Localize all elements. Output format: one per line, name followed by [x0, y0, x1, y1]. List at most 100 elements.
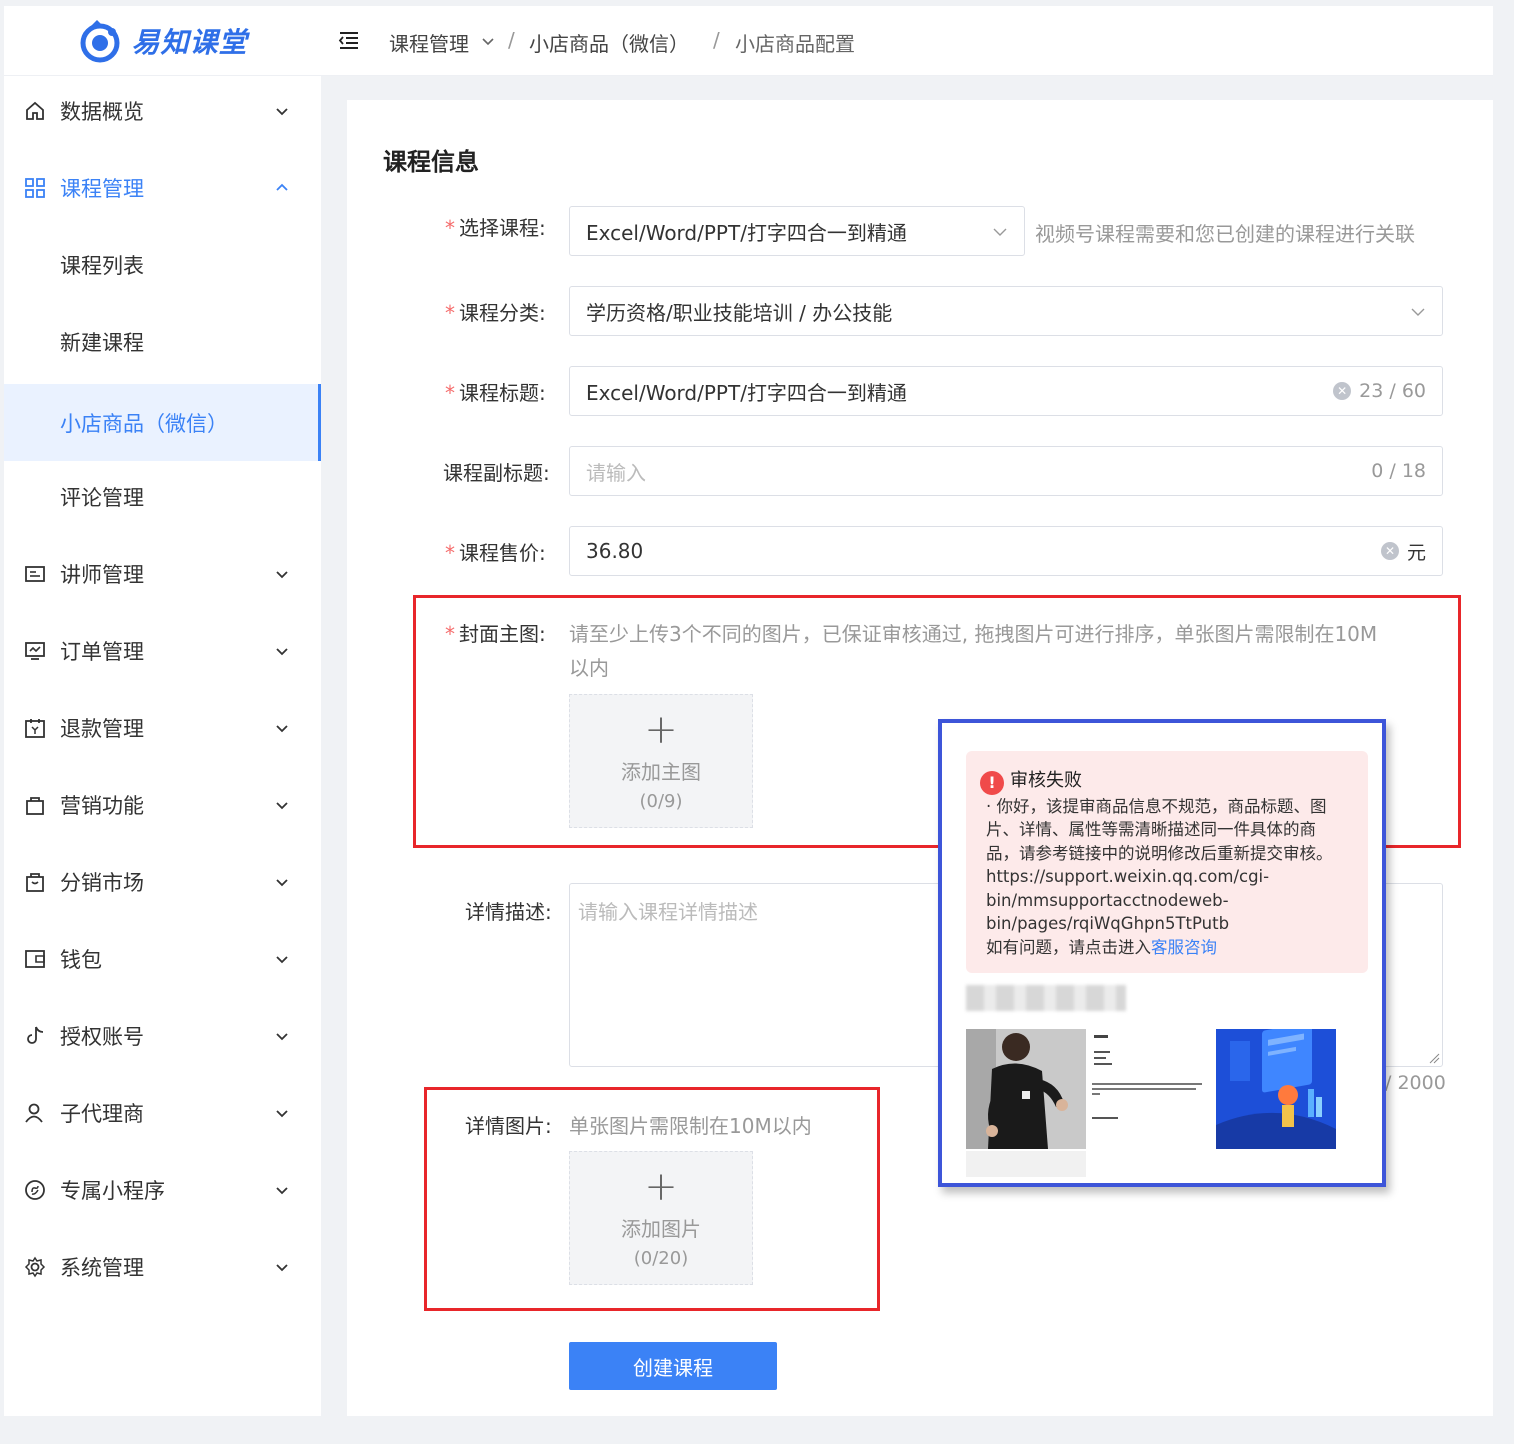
- clear-icon[interactable]: ✕: [1380, 542, 1399, 560]
- alert-link-text: https://support.weixin.qq.com/cgi-: [986, 867, 1270, 886]
- sidebar-item-refunds[interactable]: 退款管理: [4, 693, 321, 763]
- sidebar-item-new-course[interactable]: 新建课程: [4, 307, 321, 377]
- sidebar-item-label: 订单管理: [60, 640, 144, 664]
- gear-icon: [24, 1256, 46, 1278]
- section-title: 课程信息: [383, 148, 479, 176]
- alert-link-text: bin/mmsupportacctnodeweb-: [986, 890, 1229, 910]
- logo[interactable]: 易知课堂: [4, 6, 321, 76]
- sidebar-item-marketing[interactable]: 营销功能: [4, 770, 321, 840]
- logo-mascot-icon: [80, 19, 120, 62]
- title-char-count: 23 / 60: [1359, 380, 1426, 402]
- audit-result-popup: ! 审核失败 · 你好，该提审商品信息不规范，商品标题、图 片、详情、属性等需清…: [938, 719, 1386, 1187]
- course-select-hint: 视频号课程需要和您已创建的课程进行关联: [1035, 222, 1415, 246]
- chevron-down-icon: [1411, 308, 1425, 316]
- shop-bag-icon: [26, 873, 44, 892]
- create-course-button[interactable]: 创建课程: [569, 1342, 777, 1390]
- chevron-down-icon: [276, 802, 288, 810]
- breadcrumb-shop-products[interactable]: 小店商品（微信）: [529, 28, 689, 57]
- sidebar-item-authorized-accounts[interactable]: 授权账号: [4, 1001, 321, 1071]
- bag-icon: [26, 797, 44, 815]
- alert-link-text: bin/pages/rqiWqGhpn5TtPutb: [986, 914, 1230, 933]
- chevron-down-icon: [276, 879, 288, 887]
- sidebar-item-label: 系统管理: [60, 1256, 144, 1280]
- chevron-down-icon: [276, 1187, 288, 1195]
- sidebar-item-course-list[interactable]: 课程列表: [4, 230, 321, 300]
- title-label: * 课程标题:: [445, 381, 546, 405]
- chevron-down-icon: [276, 1033, 288, 1041]
- resize-handle-icon[interactable]: [1428, 1052, 1440, 1064]
- sidebar-item-wallet[interactable]: 钱包: [4, 924, 321, 994]
- product-photo-thumbnail: [966, 1029, 1086, 1149]
- menu-fold-icon[interactable]: [337, 28, 361, 52]
- sidebar: 易知课堂 数据概览 课程管理 课程列表 新建课程 小店商品（微信） 评论管理 讲…: [4, 6, 321, 1416]
- chevron-down-icon: [276, 571, 288, 579]
- refund-icon: [25, 719, 45, 738]
- subtitle-placeholder: 请输入: [586, 460, 646, 485]
- sidebar-item-course-management[interactable]: 课程管理: [4, 153, 321, 223]
- category-label: * 课程分类:: [445, 301, 546, 325]
- chevron-down-icon[interactable]: [481, 34, 495, 48]
- alert-line: 品，请参考链接中的说明修改后重新提交审核。: [986, 843, 1333, 863]
- course-select-label: * 选择课程:: [445, 216, 546, 240]
- error-icon: !: [980, 771, 1004, 795]
- subtitle-char-count: 0 / 18: [1371, 460, 1426, 482]
- mini-program-icon: [25, 1180, 45, 1200]
- category-value: 学历资格/职业技能培训 / 办公技能: [586, 300, 893, 325]
- chevron-down-icon: [276, 108, 288, 116]
- course-select-value: Excel/Word/PPT/打字四合一到精通: [586, 220, 907, 245]
- sidebar-item-label: 专属小程序: [60, 1179, 165, 1203]
- chevron-down-icon: [276, 956, 288, 964]
- sidebar-item-label: 新建课程: [60, 331, 144, 355]
- chevron-down-icon: [993, 228, 1007, 236]
- alert-title: 审核失败: [1010, 770, 1082, 791]
- alert-line: 片、详情、属性等需清晰描述同一件具体的商: [986, 820, 1316, 839]
- breadcrumb-current: 小店商品配置: [735, 32, 855, 56]
- sidebar-item-label: 数据概览: [60, 100, 144, 124]
- sidebar-item-dashboard[interactable]: 数据概览: [4, 76, 321, 146]
- chevron-down-icon: [276, 1110, 288, 1118]
- top-header: 课程管理 / 小店商品（微信） / 小店商品配置: [321, 6, 1493, 76]
- sidebar-item-orders[interactable]: 订单管理: [4, 616, 321, 686]
- description-label: 详情描述:: [465, 900, 552, 924]
- category-cascader[interactable]: 学历资格/职业技能培训 / 办公技能: [569, 286, 1443, 336]
- order-icon: [25, 642, 45, 660]
- sidebar-item-label: 讲师管理: [60, 563, 144, 587]
- description-placeholder: 请输入课程详情描述: [578, 900, 758, 924]
- clear-icon[interactable]: ✕: [1333, 382, 1352, 400]
- description-char-count: / 2000: [1385, 1072, 1446, 1094]
- sidebar-item-lecturers[interactable]: 讲师管理: [4, 539, 321, 609]
- breadcrumb-course-management[interactable]: 课程管理: [389, 28, 469, 57]
- chevron-up-icon: [276, 183, 288, 191]
- title-input[interactable]: Excel/Word/PPT/打字四合一到精通 ✕ 23 / 60: [569, 366, 1443, 416]
- chevron-down-icon: [276, 725, 288, 733]
- price-input[interactable]: 36.80 ✕ 元: [569, 526, 1443, 576]
- customer-service-link[interactable]: 客服咨询: [1151, 938, 1217, 957]
- sidebar-item-shop-products[interactable]: 小店商品（微信）: [4, 384, 321, 461]
- blurred-text-image: [966, 985, 1126, 1011]
- grid-icon: [25, 178, 45, 198]
- price-label: * 课程售价:: [445, 541, 546, 565]
- sidebar-item-distribution[interactable]: 分销市场: [4, 847, 321, 917]
- price-unit: 元: [1406, 541, 1426, 564]
- product-doc-thumbnail: [1086, 1029, 1206, 1149]
- chevron-down-icon: [276, 1264, 288, 1272]
- sidebar-item-label: 授权账号: [60, 1025, 144, 1049]
- subtitle-input[interactable]: 请输入 0 / 18: [569, 446, 1443, 496]
- sidebar-item-label: 课程列表: [60, 254, 144, 278]
- sidebar-item-label: 退款管理: [60, 717, 144, 741]
- alert-line: 如有问题，请点击进入客服咨询: [986, 937, 1217, 957]
- sidebar-item-label: 分销市场: [60, 871, 144, 895]
- sidebar-item-mini-program[interactable]: 专属小程序: [4, 1155, 321, 1225]
- subtitle-label: 课程副标题:: [443, 461, 550, 485]
- sidebar-item-sub-agents[interactable]: 子代理商: [4, 1078, 321, 1148]
- price-value: 36.80: [586, 539, 644, 563]
- id-card-icon: [25, 566, 45, 582]
- sidebar-item-label: 钱包: [60, 948, 102, 972]
- sidebar-item-system[interactable]: 系统管理: [4, 1232, 321, 1302]
- sidebar-item-comments[interactable]: 评论管理: [4, 462, 321, 532]
- course-select[interactable]: Excel/Word/PPT/打字四合一到精通: [569, 206, 1025, 256]
- wallet-icon: [25, 950, 45, 968]
- thumbnail-placeholder: [966, 1151, 1086, 1177]
- sidebar-item-label: 营销功能: [60, 794, 144, 818]
- chevron-down-icon: [276, 648, 288, 656]
